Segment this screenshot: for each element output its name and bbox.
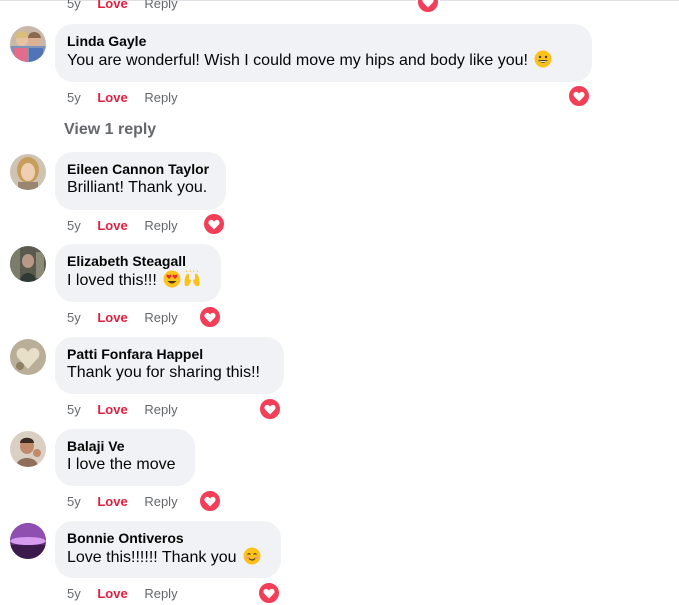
raising-hands-emoji	[183, 270, 201, 288]
love-link[interactable]: Love	[97, 218, 127, 233]
avatar[interactable]	[10, 431, 46, 467]
comment-actions: 5y Love Reply	[67, 310, 191, 326]
avatar[interactable]	[10, 246, 46, 282]
avatar[interactable]	[10, 339, 46, 375]
grinning-face-emoji	[534, 50, 552, 68]
reply-link[interactable]: Reply	[144, 218, 177, 233]
comment-actions-partial: 5y Love Reply	[67, 0, 191, 12]
comment-actions: 5y Love Reply	[67, 90, 191, 106]
blushing-face-emoji	[243, 547, 261, 565]
comment-bubble: Linda Gayle You are wonderful! Wish I co…	[55, 24, 592, 82]
comment-age: 5y	[67, 402, 81, 417]
reply-link[interactable]: Reply	[144, 586, 177, 601]
love-reaction-icon[interactable]	[202, 212, 226, 236]
comment-actions: 5y Love Reply	[67, 402, 191, 418]
comment-actions-partial: 5y Love Reply	[67, 586, 191, 602]
comment-author[interactable]: Patti Fonfara Happel	[67, 345, 272, 363]
comment-author[interactable]: Balaji Ve	[67, 437, 183, 455]
avatar[interactable]	[10, 154, 46, 190]
comment-text: Thank you for sharing this!!	[67, 364, 260, 381]
comment-actions: 5y Love Reply	[67, 494, 191, 510]
comment-bubble: Balaji Ve I love the move	[55, 429, 195, 486]
comment-text-content: I loved this!!!	[67, 272, 157, 289]
view-replies-link[interactable]: View 1 reply	[64, 121, 156, 139]
comment-age: 5y	[67, 586, 81, 601]
comment-text: Brilliant! Thank you.	[67, 179, 208, 196]
love-reaction-icon[interactable]	[258, 397, 282, 421]
comment-age: 5y	[67, 494, 81, 509]
love-link[interactable]: Love	[97, 90, 127, 105]
love-link[interactable]: Love	[97, 310, 127, 325]
comment-text: Love this!!!!!! Thank you	[67, 547, 269, 568]
love-link[interactable]: Love	[97, 494, 127, 509]
love-link[interactable]: Love	[97, 0, 127, 11]
comment-author[interactable]: Bonnie Ontiveros	[67, 529, 269, 547]
reply-link[interactable]: Reply	[144, 494, 177, 509]
love-reaction-icon[interactable]	[198, 305, 222, 329]
avatar[interactable]	[10, 26, 46, 62]
reply-link[interactable]: Reply	[144, 310, 177, 325]
comment-text-content: You are wonderful! Wish I could move my …	[67, 52, 528, 69]
love-reaction-icon[interactable]	[567, 84, 591, 108]
love-link[interactable]: Love	[97, 586, 127, 601]
comment-text: You are wonderful! Wish I could move my …	[67, 50, 580, 71]
heart-eyes-emoji	[163, 270, 181, 288]
love-reaction-icon[interactable]	[198, 489, 222, 513]
comment-age: 5y	[67, 90, 81, 105]
comment-author[interactable]: Linda Gayle	[67, 32, 580, 50]
reply-link[interactable]: Reply	[144, 90, 177, 105]
comment-bubble: Eileen Cannon Taylor Brilliant! Thank yo…	[55, 152, 226, 210]
comment-actions: 5y Love Reply	[67, 218, 191, 234]
comment-bubble: Bonnie Ontiveros Love this!!!!!! Thank y…	[55, 521, 281, 578]
comment-age: 5y	[67, 310, 81, 325]
comment-text-content: Love this!!!!!! Thank you	[67, 549, 237, 566]
comment-bubble: Elizabeth Steagall I loved this!!!	[55, 244, 221, 302]
love-reaction-icon[interactable]	[257, 581, 281, 605]
comment-text: I love the move	[67, 456, 176, 473]
comment-author[interactable]: Elizabeth Steagall	[67, 252, 209, 270]
comment-text: I loved this!!!	[67, 270, 209, 291]
comment-bubble: Patti Fonfara Happel Thank you for shari…	[55, 337, 284, 394]
comment-age: 5y	[67, 0, 81, 11]
love-reaction-icon[interactable]	[416, 0, 440, 14]
reply-link[interactable]: Reply	[144, 402, 177, 417]
comment-age: 5y	[67, 218, 81, 233]
love-link[interactable]: Love	[97, 402, 127, 417]
comment-author[interactable]: Eileen Cannon Taylor	[67, 160, 214, 178]
reply-link[interactable]: Reply	[144, 0, 177, 11]
avatar[interactable]	[10, 523, 46, 559]
